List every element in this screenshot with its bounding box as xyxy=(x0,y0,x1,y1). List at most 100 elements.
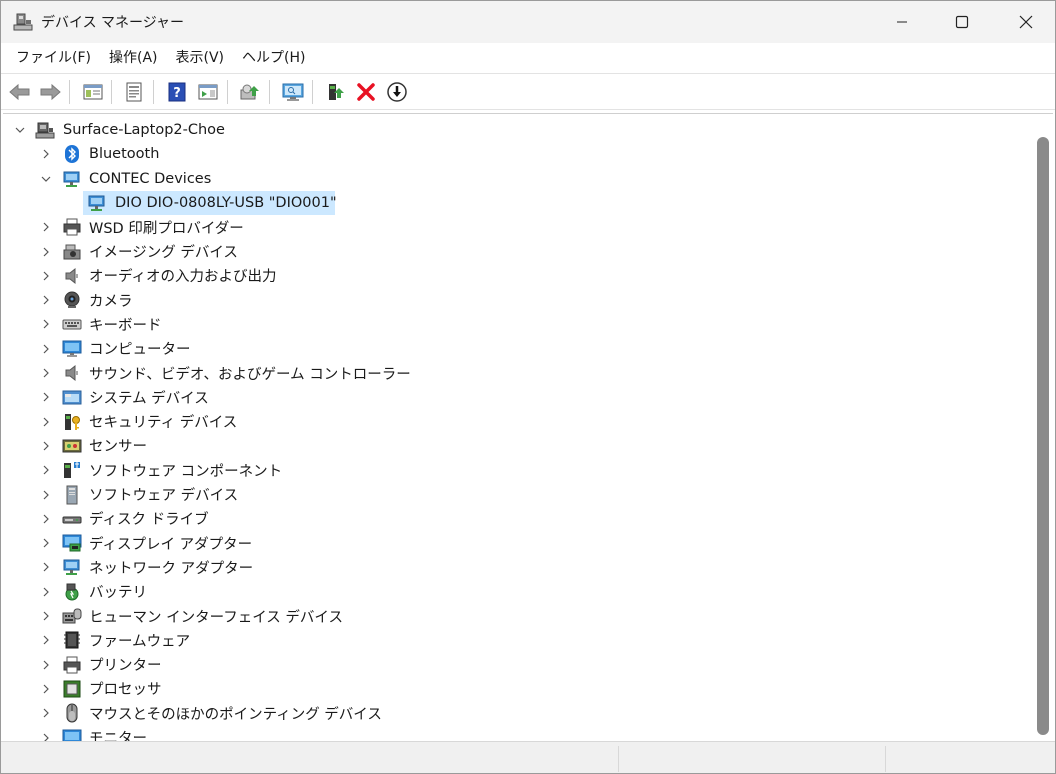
chevron-right-icon[interactable] xyxy=(39,536,53,550)
tree-root-item[interactable]: Surface-Laptop2-Choe xyxy=(3,118,1033,142)
tree-category-item[interactable]: バッテリ xyxy=(3,580,1033,604)
disable-device-icon xyxy=(387,82,407,102)
camera-icon xyxy=(64,291,80,309)
network-device-icon xyxy=(88,195,105,211)
chevron-right-icon[interactable] xyxy=(39,512,53,526)
chevron-right-icon[interactable] xyxy=(39,488,53,502)
chevron-right-icon[interactable] xyxy=(39,220,53,234)
tree-category-item[interactable]: カメラ xyxy=(3,288,1033,312)
tree-category-item[interactable]: キーボード xyxy=(3,312,1033,336)
tree-item-label: キーボード xyxy=(89,317,162,334)
chevron-right-icon[interactable] xyxy=(39,317,53,331)
chevron-right-icon[interactable] xyxy=(39,269,53,283)
sensor-icon xyxy=(62,439,82,453)
vertical-scrollbar[interactable] xyxy=(1035,115,1051,739)
chevron-right-icon[interactable] xyxy=(39,342,53,356)
scan-hardware-button[interactable] xyxy=(281,80,305,104)
minimize-button[interactable] xyxy=(879,1,925,43)
scrollbar-thumb[interactable] xyxy=(1037,137,1049,735)
chevron-right-icon[interactable] xyxy=(39,560,53,574)
tree-category-item[interactable]: オーディオの入力および出力 xyxy=(3,264,1033,288)
tree-category-item[interactable]: マウスとそのほかのポインティング デバイス xyxy=(3,701,1033,725)
tree-item-label: ソフトウェア コンポーネント xyxy=(89,463,283,480)
tree-category-item[interactable]: ディスプレイ アダプター xyxy=(3,531,1033,555)
console-tree-button[interactable] xyxy=(81,80,105,104)
tree-category-item[interactable]: システム デバイス xyxy=(3,385,1033,409)
chevron-right-icon[interactable] xyxy=(39,245,53,259)
mouse-icon xyxy=(66,703,78,723)
toolbar-separator xyxy=(227,80,228,104)
device-manager-window: デバイス マネージャー ファイル(F) 操作(A) 表示(V) ヘルプ(H) ?… xyxy=(0,0,1056,774)
disable-device-button[interactable] xyxy=(385,80,409,104)
show-hide-console-tree-icon xyxy=(83,84,103,100)
back-button[interactable] xyxy=(8,80,32,104)
printer-icon xyxy=(63,656,81,674)
add-legacy-hardware-button[interactable] xyxy=(324,80,348,104)
tree-item-label: DIO DIO-0808LY-USB "DIO001" xyxy=(115,194,337,211)
tree-category-item[interactable]: ソフトウェア デバイス xyxy=(3,483,1033,507)
status-bar xyxy=(1,741,1055,773)
action-pane-button[interactable] xyxy=(196,80,220,104)
chevron-right-icon[interactable] xyxy=(39,633,53,647)
tree-category-item[interactable]: プロセッサ xyxy=(3,677,1033,701)
system-folder-icon xyxy=(62,390,82,405)
chevron-right-icon[interactable] xyxy=(39,609,53,623)
tree-category-item[interactable]: プリンター xyxy=(3,653,1033,677)
properties-button[interactable] xyxy=(122,80,146,104)
svg-text:?: ? xyxy=(173,86,181,101)
tree-device-item[interactable]: DIO DIO-0808LY-USB "DIO001" xyxy=(3,190,1033,215)
help-button[interactable]: ? xyxy=(165,80,189,104)
tree-category-item[interactable]: イメージング デバイス xyxy=(3,240,1033,264)
menu-view[interactable]: 表示(V) xyxy=(167,46,234,70)
chevron-right-icon[interactable] xyxy=(39,366,53,380)
device-tree[interactable]: Surface-Laptop2-Choe Bluetooth CONTEC Devi… xyxy=(3,113,1053,741)
tree-category-item[interactable]: サウンド、ビデオ、およびゲーム コントローラー xyxy=(3,361,1033,385)
update-driver-button[interactable] xyxy=(238,80,262,104)
chevron-right-icon[interactable] xyxy=(39,463,53,477)
tree-category-item[interactable]: モニター xyxy=(3,726,1033,741)
chevron-right-icon[interactable] xyxy=(39,390,53,404)
chevron-right-icon[interactable] xyxy=(39,293,53,307)
forward-button[interactable] xyxy=(38,80,62,104)
tree-category-item[interactable]: WSD 印刷プロバイダー xyxy=(3,215,1033,239)
tree-category-item[interactable]: Bluetooth xyxy=(3,142,1033,166)
chevron-right-icon[interactable] xyxy=(39,439,53,453)
tree-category-item[interactable]: ファームウェア xyxy=(3,628,1033,652)
close-button[interactable] xyxy=(1003,1,1049,43)
tree-category-item[interactable]: ヒューマン インターフェイス デバイス xyxy=(3,604,1033,628)
tree-category-item[interactable]: CONTEC Devices xyxy=(3,167,1033,191)
maximize-button[interactable] xyxy=(939,1,985,43)
chevron-down-icon[interactable] xyxy=(39,172,53,186)
tree-item-label: コンピューター xyxy=(89,342,191,359)
tree-item-label: マウスとそのほかのポインティング デバイス xyxy=(89,706,382,723)
hid-icon xyxy=(62,608,82,624)
tree-category-item[interactable]: セキュリティ デバイス xyxy=(3,410,1033,434)
tree-item-label: イメージング デバイス xyxy=(89,245,238,261)
toolbar-separator xyxy=(69,80,70,104)
software-device-icon xyxy=(66,485,78,504)
tree-category-item[interactable]: ネットワーク アダプター xyxy=(3,555,1033,579)
window-title: デバイス マネージャー xyxy=(41,15,185,31)
tree-category-item[interactable]: コンピューター xyxy=(3,337,1033,361)
chevron-right-icon[interactable] xyxy=(39,682,53,696)
chevron-right-icon[interactable] xyxy=(39,731,53,741)
chevron-right-icon[interactable] xyxy=(39,658,53,672)
uninstall-device-button[interactable] xyxy=(354,80,378,104)
chevron-right-icon[interactable] xyxy=(39,706,53,720)
chevron-right-icon[interactable] xyxy=(39,585,53,599)
bluetooth-icon xyxy=(65,145,79,164)
close-icon xyxy=(1019,15,1033,29)
tree-category-item[interactable]: センサー xyxy=(3,434,1033,458)
menu-file[interactable]: ファイル(F) xyxy=(7,46,100,70)
menu-action[interactable]: 操作(A) xyxy=(100,46,167,70)
chevron-right-icon[interactable] xyxy=(39,415,53,429)
help-icon: ? xyxy=(168,82,186,102)
title-bar[interactable]: デバイス マネージャー xyxy=(1,1,1055,43)
back-arrow-icon xyxy=(9,83,30,101)
chevron-right-icon[interactable] xyxy=(39,147,53,161)
tree-category-item[interactable]: ソフトウェア コンポーネント xyxy=(3,458,1033,482)
chevron-down-icon[interactable] xyxy=(13,123,27,137)
menu-help[interactable]: ヘルプ(H) xyxy=(233,46,314,70)
tree-category-item[interactable]: ディスク ドライブ xyxy=(3,507,1033,531)
tree-item-label: ネットワーク アダプター xyxy=(89,560,254,577)
